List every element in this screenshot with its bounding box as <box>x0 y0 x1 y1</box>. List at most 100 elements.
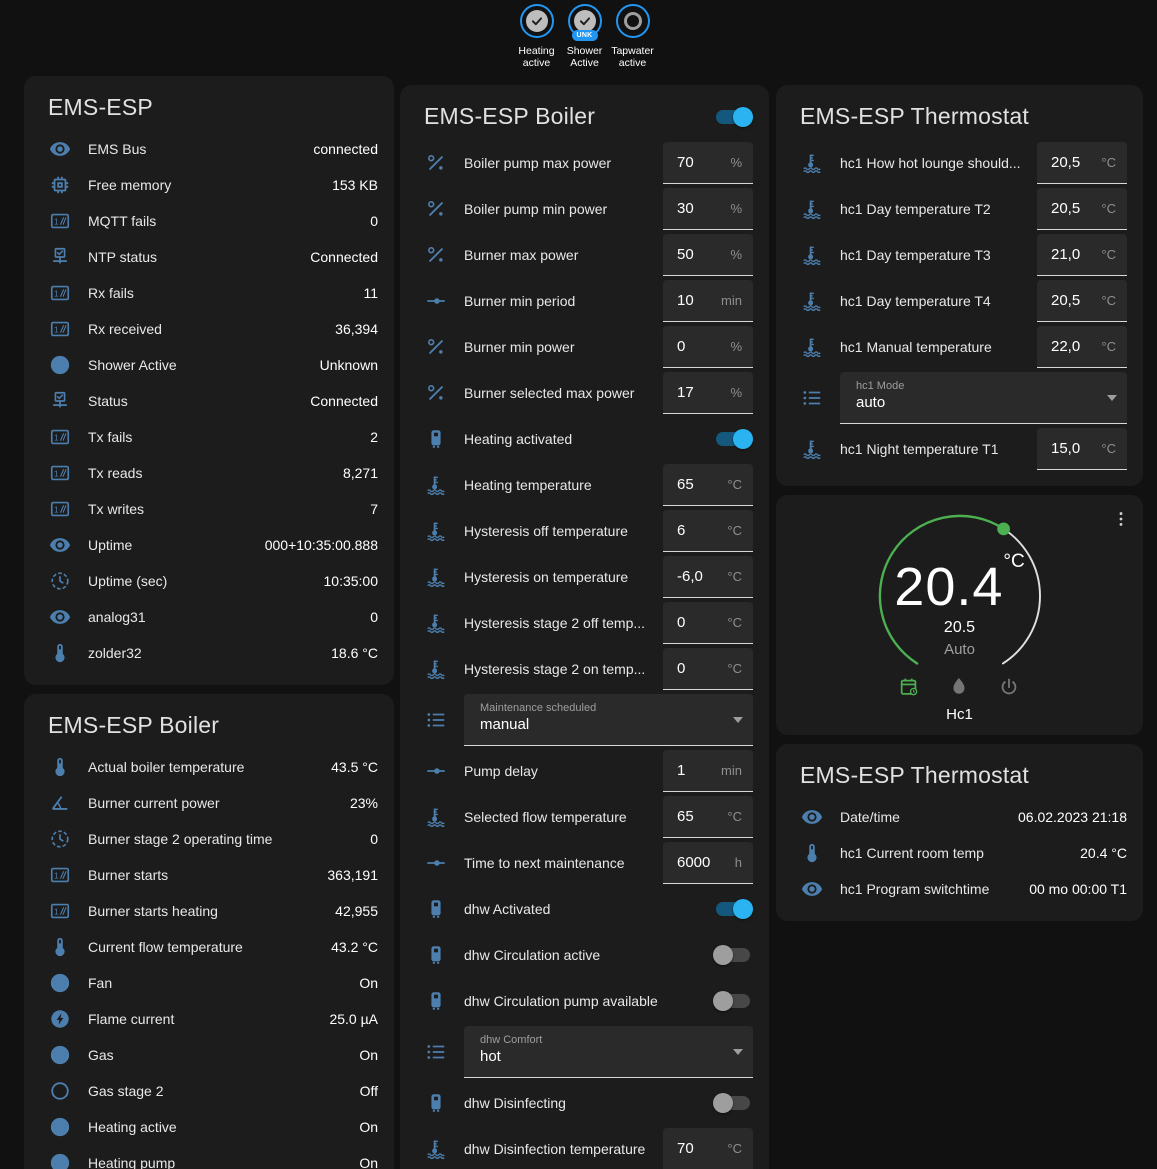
entity-row[interactable]: Burner current power23% <box>40 785 378 821</box>
toggle-switch[interactable] <box>713 1093 753 1113</box>
entity-row[interactable]: Current flow temperature43.2 °C <box>40 929 378 965</box>
ray-icon <box>424 289 448 313</box>
entity-row[interactable]: Tx reads8,271 <box>40 455 378 491</box>
number-input[interactable]: 22,0°C <box>1037 326 1127 368</box>
percent-icon <box>424 243 448 267</box>
more-menu-icon[interactable] <box>1107 505 1135 533</box>
entity-row[interactable]: StatusConnected <box>40 383 378 419</box>
entity-label: Hysteresis off temperature <box>464 523 647 539</box>
entity-row[interactable]: Rx received 36,394 <box>40 311 378 347</box>
entity-row[interactable]: EMS Busconnected <box>40 131 378 167</box>
toggle-switch[interactable] <box>713 991 753 1011</box>
number-input[interactable]: 10min <box>663 280 753 322</box>
percent-icon <box>424 151 448 175</box>
entity-row[interactable]: Burner starts363,191 <box>40 857 378 893</box>
number-input[interactable]: 65°C <box>663 796 753 838</box>
number-input[interactable]: 0% <box>663 326 753 368</box>
entity-row[interactable]: Heating pumpOn <box>40 1145 378 1169</box>
chevron-down-icon <box>733 717 743 723</box>
number-input[interactable]: 1min <box>663 750 753 792</box>
entity-value: 00 mo 00:00 T1 <box>1029 881 1127 897</box>
lan-icon <box>48 389 72 413</box>
entity-row[interactable]: MQTT fails0 <box>40 203 378 239</box>
select-input[interactable]: Maintenance scheduledmanual <box>464 694 753 746</box>
entity-row: Burner min power 0% <box>416 324 753 370</box>
number-input[interactable]: 6000h <box>663 842 753 884</box>
number-input[interactable]: 70% <box>663 142 753 184</box>
select-input[interactable]: hc1 Modeauto <box>840 372 1127 424</box>
entity-row: Pump delay1min <box>416 748 753 794</box>
entity-row[interactable]: Uptime000+10:35:00.888 <box>40 527 378 563</box>
entity-row[interactable]: Date/time06.02.2023 21:18 <box>792 799 1127 835</box>
chevron-down-icon <box>1107 395 1117 401</box>
entity-row[interactable]: hc1 Program switchtime00 mo 00:00 T1 <box>792 871 1127 907</box>
entity-label: dhw Circulation active <box>464 947 697 963</box>
entity-row: Heating temperature65°C <box>416 462 753 508</box>
toggle-switch[interactable] <box>713 899 753 919</box>
entity-label: hc1 Current room temp <box>840 845 1064 861</box>
number-input[interactable]: 21,0°C <box>1037 234 1127 276</box>
select-value: hot <box>480 1048 723 1065</box>
entity-row[interactable]: GasOn <box>40 1037 378 1073</box>
entity-row[interactable]: Flame current25.0 µA <box>40 1001 378 1037</box>
entity-value: 36,394 <box>335 321 378 337</box>
calendar-check-icon[interactable] <box>898 676 922 700</box>
card-thermostat: 20.4°C20.5AutoHc1 <box>776 495 1143 735</box>
entity-row[interactable]: Uptime (sec)10:35:00 <box>40 563 378 599</box>
number-unit: °C <box>1101 293 1116 308</box>
entity-row: Boiler pump min power30% <box>416 186 753 232</box>
entity-row[interactable]: NTP statusConnected <box>40 239 378 275</box>
entity-row[interactable]: Heating activeOn <box>40 1109 378 1145</box>
number-value: 20,5 <box>1051 292 1101 309</box>
status-badge[interactable]: UNKShower Active <box>563 4 607 69</box>
number-input[interactable]: 0°C <box>663 648 753 690</box>
number-input[interactable]: 6°C <box>663 510 753 552</box>
toggle-switch[interactable] <box>713 429 753 449</box>
fire-icon[interactable] <box>948 676 972 700</box>
entity-label: Rx received <box>88 321 319 337</box>
angle-icon <box>48 791 72 815</box>
entity-row[interactable]: Burner starts heating42,955 <box>40 893 378 929</box>
number-input[interactable]: 17% <box>663 372 753 414</box>
toggle-switch[interactable] <box>713 945 753 965</box>
status-badge[interactable]: Tapwater active <box>611 4 655 69</box>
number-input[interactable]: 0°C <box>663 602 753 644</box>
power-icon[interactable] <box>998 676 1022 700</box>
number-input[interactable]: 20,5°C <box>1037 188 1127 230</box>
percent-icon <box>424 381 448 405</box>
number-input[interactable]: 30% <box>663 188 753 230</box>
number-input[interactable]: 50% <box>663 234 753 276</box>
counter-icon <box>48 461 72 485</box>
dashboard-columns: EMS-ESPEMS BusconnectedFree memory153 KB… <box>0 76 1157 1169</box>
entity-label: Burner min power <box>464 339 647 355</box>
card-toggle-switch[interactable] <box>713 107 753 127</box>
entity-row[interactable]: Rx fails11 <box>40 275 378 311</box>
entity-value: 20.4 °C <box>1080 845 1127 861</box>
entity-row: Hysteresis stage 2 off temp...0°C <box>416 600 753 646</box>
entity-row[interactable]: analog310 <box>40 599 378 635</box>
number-input[interactable]: -6,0°C <box>663 556 753 598</box>
list-icon <box>424 708 448 732</box>
entity-row[interactable]: Tx writes7 <box>40 491 378 527</box>
entity-row[interactable]: Gas stage 2Off <box>40 1073 378 1109</box>
number-input[interactable]: 15,0°C <box>1037 428 1127 470</box>
entity-row[interactable]: Free memory153 KB <box>40 167 378 203</box>
dial-handle[interactable] <box>997 522 1010 535</box>
entity-row[interactable]: Actual boiler temperature43.5 °C <box>40 749 378 785</box>
card-header: EMS-ESP Boiler <box>40 708 378 749</box>
entity-label: Gas stage 2 <box>88 1083 344 1099</box>
card-entities: EMS-ESP ThermostatDate/time06.02.2023 21… <box>776 744 1143 921</box>
entity-row[interactable]: Burner stage 2 operating time0 <box>40 821 378 857</box>
entity-row[interactable]: FanOn <box>40 965 378 1001</box>
counter-icon <box>48 425 72 449</box>
entity-row[interactable]: hc1 Current room temp 20.4 °C <box>792 835 1127 871</box>
number-input[interactable]: 20,5°C <box>1037 280 1127 322</box>
number-input[interactable]: 65°C <box>663 464 753 506</box>
number-input[interactable]: 70°C <box>663 1128 753 1169</box>
entity-row[interactable]: zolder3218.6 °C <box>40 635 378 671</box>
status-badge[interactable]: Heating active <box>515 4 559 69</box>
entity-row[interactable]: Shower ActiveUnknown <box>40 347 378 383</box>
entity-row[interactable]: Tx fails2 <box>40 419 378 455</box>
number-input[interactable]: 20,5°C <box>1037 142 1127 184</box>
select-input[interactable]: dhw Comforthot <box>464 1026 753 1078</box>
